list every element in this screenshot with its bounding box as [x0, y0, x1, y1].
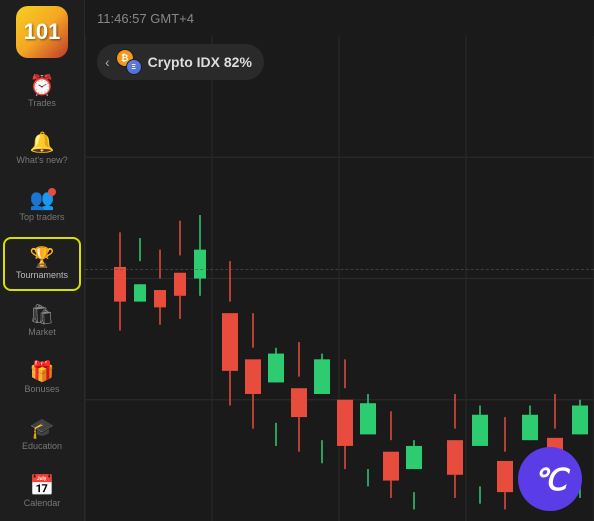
lc-watermark: ℃ [518, 447, 582, 511]
topbar: 11:46:57 GMT+4 [85, 0, 594, 36]
top-traders-icon: 👥 [30, 190, 55, 210]
sidebar: 101 ⏰ Trades 🔔 What's new? 👥 Top traders… [0, 0, 85, 521]
sidebar-item-label: Market [28, 328, 56, 338]
back-arrow-icon[interactable]: ‹ [105, 54, 110, 70]
trades-icon: ⏰ [30, 76, 55, 96]
asset-name: Crypto IDX 82% [148, 54, 252, 70]
asset-selector[interactable]: ‹ ₿ Ξ Crypto IDX 82% [97, 44, 264, 80]
sidebar-item-label: What's new? [16, 156, 67, 166]
education-icon: 🎓 [30, 419, 55, 439]
market-icon: 🛍 [29, 305, 54, 325]
sidebar-item-label: Bonuses [24, 385, 59, 395]
notification-badge [48, 188, 56, 196]
main-content: 11:46:57 GMT+4 ‹ ₿ Ξ Crypto IDX 82% [85, 0, 594, 521]
time-display: 11:46:57 GMT+4 [97, 11, 194, 26]
bonuses-icon: 🎁 [30, 362, 55, 382]
watermark-circle: ℃ [518, 447, 582, 511]
sidebar-item-label: Education [22, 442, 62, 452]
app-logo[interactable]: 101 [16, 6, 68, 58]
lc-logo-icon: ℃ [525, 454, 575, 504]
sidebar-item-top-traders[interactable]: 👥 Top traders [3, 180, 81, 233]
sidebar-item-tournaments[interactable]: 🏆 Tournaments [3, 237, 81, 290]
chart-area[interactable]: ℃ [85, 36, 594, 521]
tournaments-icon: 🏆 [30, 248, 55, 268]
whats-new-icon: 🔔 [30, 133, 55, 153]
sidebar-item-market[interactable]: 🛍 Market [3, 295, 81, 348]
svg-text:℃: ℃ [533, 464, 571, 497]
sidebar-item-label: Calendar [24, 499, 61, 509]
price-level-line [85, 269, 594, 270]
logo-image: 101 [16, 6, 68, 58]
sidebar-item-label: Top traders [19, 213, 64, 223]
sidebar-item-label: Tournaments [16, 271, 68, 281]
asset-icon-pair: ₿ Ξ [116, 49, 142, 75]
sidebar-item-label: Trades [28, 99, 56, 109]
asset-icon-eth: Ξ [126, 59, 142, 75]
sidebar-item-calendar[interactable]: 📅 Calendar [3, 466, 81, 519]
sidebar-item-education[interactable]: 🎓 Education [3, 409, 81, 462]
calendar-icon: 📅 [30, 476, 55, 496]
sidebar-item-bonuses[interactable]: 🎁 Bonuses [3, 352, 81, 405]
sidebar-item-whats-new[interactable]: 🔔 What's new? [3, 123, 81, 176]
sidebar-item-trades[interactable]: ⏰ Trades [3, 66, 81, 119]
